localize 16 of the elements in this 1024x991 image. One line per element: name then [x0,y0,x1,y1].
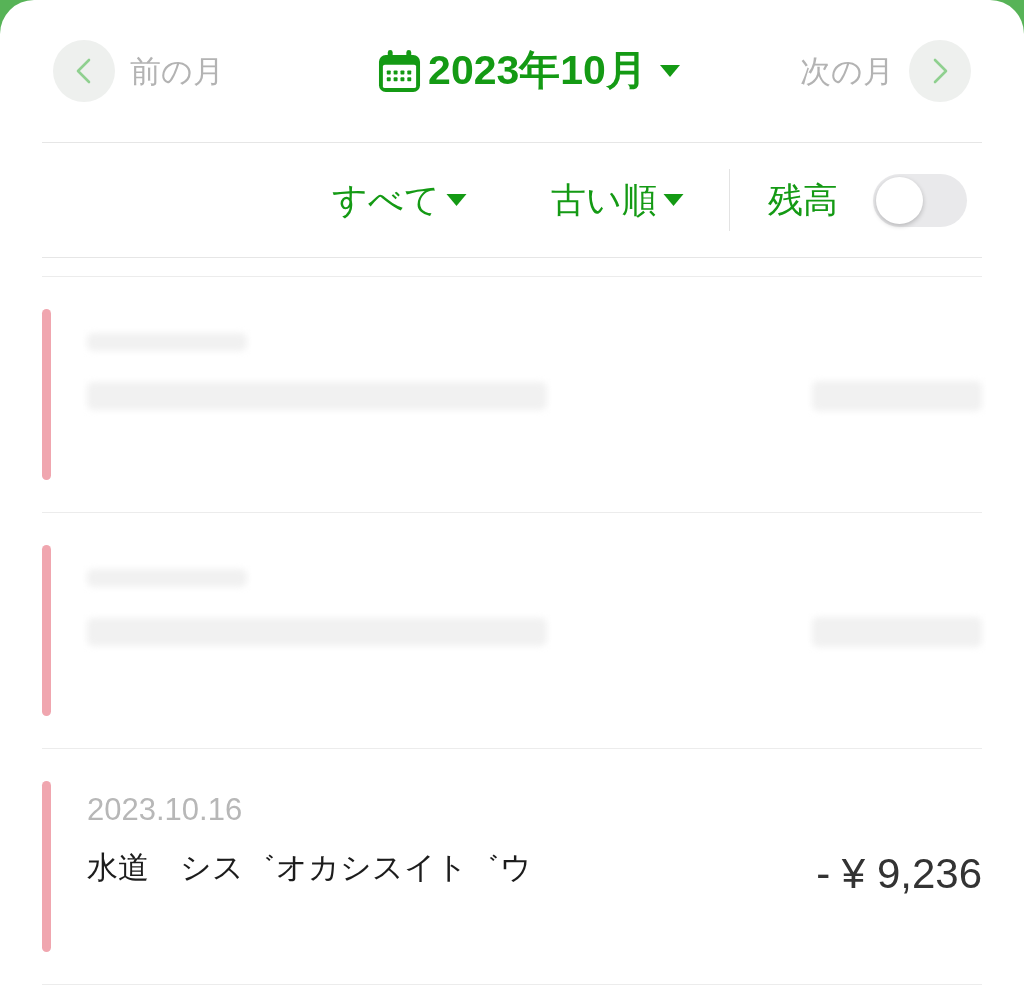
caret-icon [659,65,680,77]
chevron-left-icon [53,40,115,102]
calendar-icon [378,49,422,93]
caret-icon [445,194,467,206]
transaction-date: 2023.10.16 [87,791,243,829]
chevron-right-icon [909,40,971,102]
balance-label: 残高 [768,178,838,222]
filter-dropdown[interactable]: 古い順 [550,173,684,227]
filter-dropdown[interactable]: すべて [331,173,467,227]
transaction-description: 水道 シス゛オカシスイト゛ウ [87,848,532,887]
month-selector[interactable]: 2023年10月 [378,40,680,102]
prev-month-button[interactable]: 前の月 [53,40,224,102]
transaction-amount: - ¥ 9,236 [816,849,982,899]
caret-icon [662,194,684,206]
next-month-button[interactable]: 次の月 [800,40,971,102]
balance-toggle[interactable] [873,173,967,227]
